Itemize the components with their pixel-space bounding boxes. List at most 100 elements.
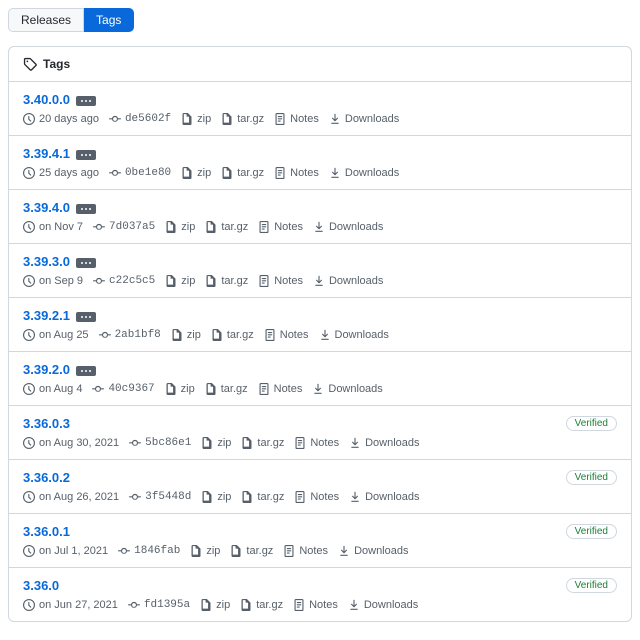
tag-name-link[interactable]: 3.39.2.1	[23, 308, 70, 323]
download-targz-link[interactable]: tar.gz	[205, 221, 248, 233]
clock-icon	[23, 275, 35, 287]
ellipsis-toggle[interactable]	[76, 150, 96, 160]
download-zip-link[interactable]: zip	[200, 599, 230, 611]
commit-icon	[118, 545, 130, 557]
tag-name-link[interactable]: 3.36.0.2	[23, 470, 70, 485]
downloads-link[interactable]: Downloads	[329, 167, 399, 179]
download-icon	[349, 491, 361, 503]
tag-title-line: 3.39.4.1	[23, 146, 617, 161]
download-zip-link-label: zip	[181, 221, 195, 233]
downloads-link-label: Downloads	[329, 221, 383, 233]
notes-link[interactable]: Notes	[264, 329, 309, 341]
download-zip-link[interactable]: zip	[181, 167, 211, 179]
downloads-link-label: Downloads	[354, 545, 408, 557]
notes-link[interactable]: Notes	[274, 113, 319, 125]
tag-date-label: on Aug 30, 2021	[39, 437, 119, 449]
download-zip-link[interactable]: zip	[165, 221, 195, 233]
download-targz-link[interactable]: tar.gz	[211, 329, 254, 341]
ellipsis-toggle[interactable]	[76, 258, 96, 268]
download-zip-link-label: zip	[181, 275, 195, 287]
tag-date: 25 days ago	[23, 167, 99, 179]
tag-name-link[interactable]: 3.40.0.0	[23, 92, 70, 107]
notes-link[interactable]: Notes	[258, 275, 303, 287]
download-targz-link[interactable]: tar.gz	[241, 491, 284, 503]
tag-name-link[interactable]: 3.36.0.1	[23, 524, 70, 539]
tag-commit-link[interactable]: 5bc86e1	[129, 437, 191, 449]
notes-link[interactable]: Notes	[294, 437, 339, 449]
notes-link[interactable]: Notes	[283, 545, 328, 557]
note-icon	[294, 437, 306, 449]
download-targz-link-label: tar.gz	[246, 545, 273, 557]
tag-date: on Jun 27, 2021	[23, 599, 118, 611]
download-zip-link[interactable]: zip	[165, 275, 195, 287]
tag-commit-link[interactable]: 40c9367	[92, 383, 154, 395]
tag-row: 3.40.0.020 days agode5602fziptar.gzNotes…	[9, 82, 631, 136]
download-targz-link[interactable]: tar.gz	[205, 275, 248, 287]
tag-commit-link[interactable]: fd1395a	[128, 599, 190, 611]
downloads-link[interactable]: Downloads	[313, 221, 383, 233]
tag-commit-link[interactable]: 1846fab	[118, 545, 180, 557]
notes-link[interactable]: Notes	[274, 167, 319, 179]
download-icon	[319, 329, 331, 341]
download-targz-link[interactable]: tar.gz	[240, 599, 283, 611]
downloads-link[interactable]: Downloads	[329, 113, 399, 125]
download-zip-link[interactable]: zip	[201, 491, 231, 503]
tab-tags[interactable]: Tags	[84, 8, 134, 32]
tag-commit-link[interactable]: 3f5448d	[129, 491, 191, 503]
download-zip-link[interactable]: zip	[171, 329, 201, 341]
tag-meta: on Aug 26, 20213f5448dziptar.gzNotesDown…	[23, 491, 617, 503]
downloads-link[interactable]: Downloads	[349, 491, 419, 503]
download-zip-link[interactable]: zip	[165, 383, 195, 395]
notes-link[interactable]: Notes	[294, 491, 339, 503]
download-zip-link[interactable]: zip	[181, 113, 211, 125]
tag-name-link[interactable]: 3.36.0.3	[23, 416, 70, 431]
tag-row: 3.39.2.1on Aug 252ab1bf8ziptar.gzNotesDo…	[9, 298, 631, 352]
download-zip-link[interactable]: zip	[190, 545, 220, 557]
tag-commit-link[interactable]: de5602f	[109, 113, 171, 125]
downloads-link[interactable]: Downloads	[313, 275, 383, 287]
download-zip-link[interactable]: zip	[201, 437, 231, 449]
tag-title-line: 3.40.0.0	[23, 92, 617, 107]
verified-badge[interactable]: Verified	[566, 416, 617, 431]
verified-badge[interactable]: Verified	[566, 578, 617, 593]
ellipsis-toggle[interactable]	[76, 366, 96, 376]
downloads-link[interactable]: Downloads	[338, 545, 408, 557]
downloads-link[interactable]: Downloads	[349, 437, 419, 449]
downloads-link-label: Downloads	[345, 167, 399, 179]
downloads-link-label: Downloads	[328, 383, 382, 395]
verified-badge[interactable]: Verified	[566, 524, 617, 539]
verified-badge[interactable]: Verified	[566, 470, 617, 485]
zip-icon	[165, 221, 177, 233]
notes-link[interactable]: Notes	[258, 221, 303, 233]
tag-commit-link[interactable]: 0be1e80	[109, 167, 171, 179]
commit-icon	[99, 329, 111, 341]
ellipsis-toggle[interactable]	[76, 204, 96, 214]
ellipsis-toggle[interactable]	[76, 312, 96, 322]
tag-title-line: 3.36.0	[23, 578, 617, 593]
download-targz-link[interactable]: tar.gz	[205, 383, 248, 395]
tag-name-link[interactable]: 3.39.3.0	[23, 254, 70, 269]
ellipsis-toggle[interactable]	[76, 96, 96, 106]
downloads-link[interactable]: Downloads	[312, 383, 382, 395]
download-targz-link[interactable]: tar.gz	[230, 545, 273, 557]
tag-name-link[interactable]: 3.39.2.0	[23, 362, 70, 377]
download-targz-link-label: tar.gz	[237, 113, 264, 125]
tag-date-label: on Aug 4	[39, 383, 82, 395]
download-icon	[349, 437, 361, 449]
download-targz-link[interactable]: tar.gz	[241, 437, 284, 449]
tag-commit-link[interactable]: 7d037a5	[93, 221, 155, 233]
tag-name-link[interactable]: 3.39.4.1	[23, 146, 70, 161]
tag-date-label: on Sep 9	[39, 275, 83, 287]
notes-link[interactable]: Notes	[258, 383, 303, 395]
tag-name-link[interactable]: 3.39.4.0	[23, 200, 70, 215]
tag-name-link[interactable]: 3.36.0	[23, 578, 59, 593]
tab-releases[interactable]: Releases	[8, 8, 84, 32]
downloads-link[interactable]: Downloads	[319, 329, 389, 341]
download-targz-link[interactable]: tar.gz	[221, 167, 264, 179]
tag-commit-link[interactable]: 2ab1bf8	[99, 329, 161, 341]
tag-commit-link[interactable]: c22c5c5	[93, 275, 155, 287]
notes-link[interactable]: Notes	[293, 599, 338, 611]
download-targz-link[interactable]: tar.gz	[221, 113, 264, 125]
downloads-link[interactable]: Downloads	[348, 599, 418, 611]
clock-icon	[23, 113, 35, 125]
